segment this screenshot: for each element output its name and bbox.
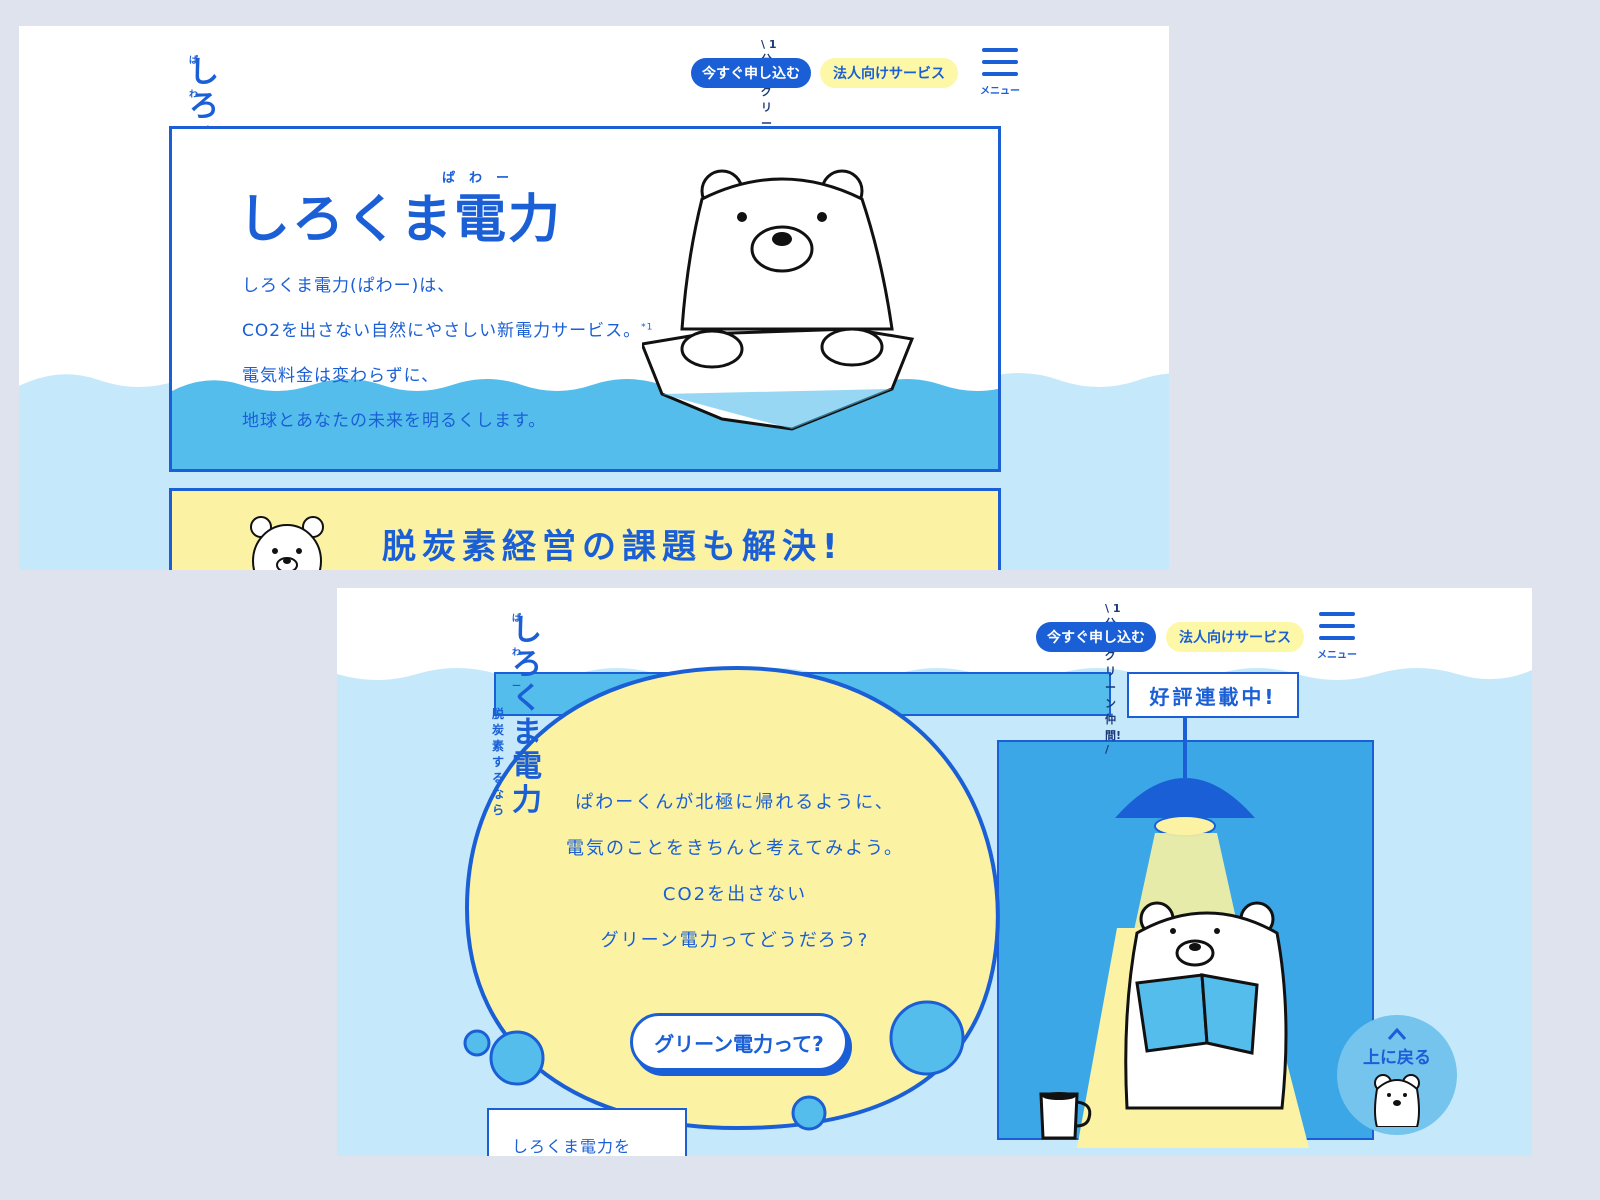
story-line-4: グリーン電力ってどうだろう? [600,930,870,951]
business-service-button[interactable]: 法人向けサービス [820,58,958,88]
story-line-3: CO2を出さない [662,884,808,905]
logo-wordmark: ぱわー しろくま電力 [512,614,543,818]
back-to-top-label: 上に戻る [1363,1048,1431,1068]
business-service-button[interactable]: 法人向けサービス [1166,622,1304,652]
menu-label: メニュー [1317,650,1357,661]
menu-label: メニュー [980,86,1020,97]
logo-ruby: ぱわー [512,614,528,692]
bottom-card-label: しろくま電力を [512,1137,632,1156]
hero-panel: ぱわー しろくま電力 しろくま電力(ぱわー)は、 CO2を出さない自然にやさしい… [169,126,1001,472]
logo-subtitle: 脱炭素 するなら [492,706,512,818]
hero-line-1: しろくま電力(ぱわー)は、 [242,276,456,296]
site-logo[interactable]: 脱炭素 するなら ぱわー しろくま電力 [492,614,543,818]
logo-sub-line2: するなら [492,755,511,817]
hamburger-icon [982,48,1018,76]
hero-line-2-text: CO2を出さない自然にやさしい新電力サービス。 [242,321,642,341]
screenshot-top: 脱炭素 するなら ぱわー しろくま電力 \ 1分でグリーン仲間! / 今すぐ申し… [19,26,1169,570]
green-power-cta-button[interactable]: グリーン電力って? [630,1013,848,1071]
bear-face-icon [1374,1074,1420,1127]
decarbonization-promo-banner[interactable]: 脱炭素経営の課題も解決! [169,488,1001,570]
hamburger-icon [1319,612,1355,640]
coffee-cup-icon [1039,1092,1092,1140]
chevron-up-icon [1387,1027,1407,1040]
hero-title: しろくま電力 [238,190,563,250]
screenshot-scrolled: 好評連載中! ぱわーくんが北極に帰れるように、 電気のことをきちんと考えてみよう… [337,588,1532,1156]
hero-line-2: CO2を出さない自然にやさしい新電力サービス。*1 [242,316,653,341]
story-line-1: ぱわーくんが北極に帰れるように、 [575,792,895,813]
promo-text: 脱炭素経営の課題も解決! [382,527,844,567]
back-to-top-button[interactable]: 上に戻る [1337,1015,1457,1135]
apply-now-button[interactable]: 今すぐ申し込む [691,58,811,88]
polar-bear-on-ice-illustration [642,169,915,431]
menu-button[interactable]: メニュー [1315,612,1359,661]
apply-now-button[interactable]: 今すぐ申し込む [1036,622,1156,652]
bear-icon [250,516,324,570]
hero-line-4: 地球とあなたの未来を明るくします。 [242,411,547,431]
hero-line-3: 電気料金は変わらずに、 [242,366,440,386]
reading-bear-illustration [1124,901,1288,1110]
logo-sub-line1: 脱炭素 [492,707,511,753]
story-line-2: 電気のことをきちんと考えてみよう。 [565,838,905,859]
menu-button[interactable]: メニュー [978,48,1022,97]
series-badge[interactable]: 好評連載中! [1127,672,1299,718]
